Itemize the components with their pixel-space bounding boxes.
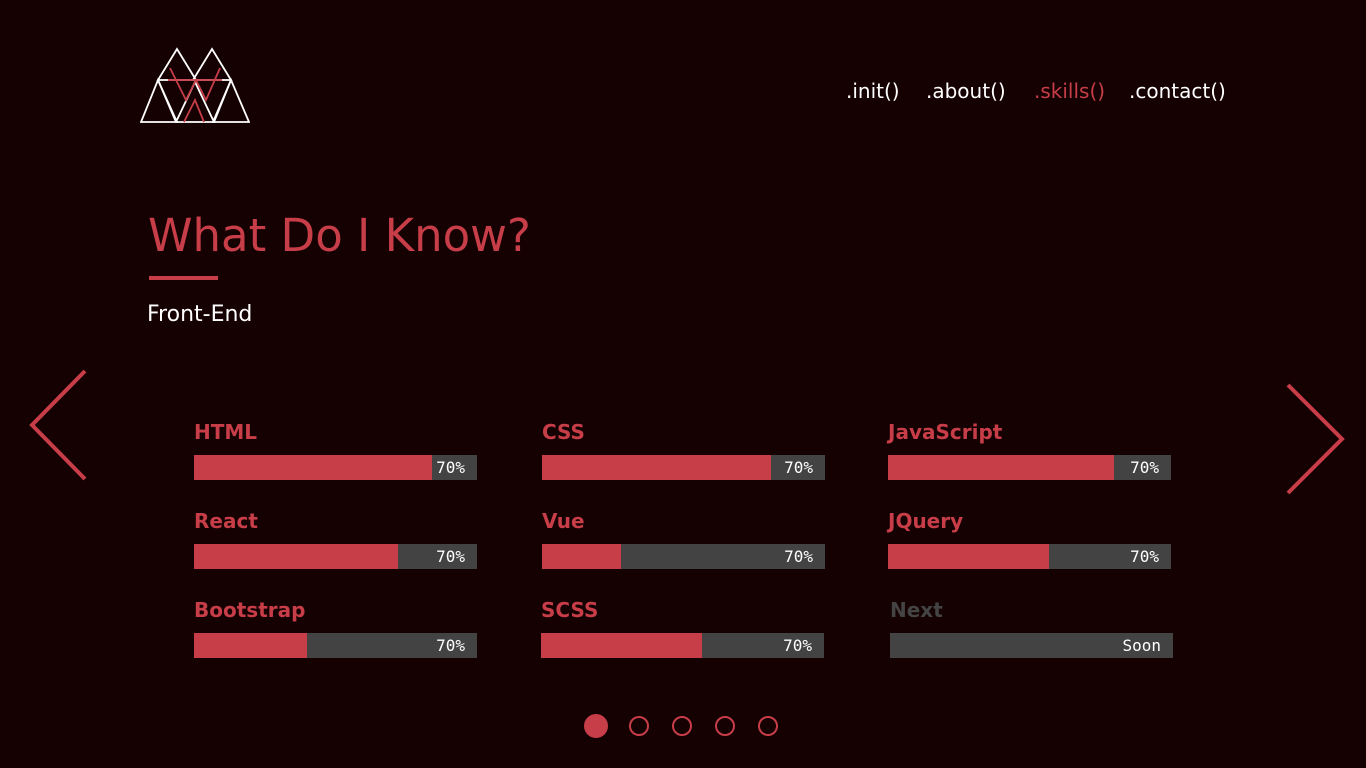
pagination-dot[interactable]	[715, 716, 735, 736]
skill-bootstrap: Bootstrap 70%	[194, 597, 477, 658]
nav-item-init[interactable]: .init()	[846, 78, 900, 104]
skill-percent: 70%	[783, 636, 812, 655]
skill-bar: 70%	[541, 633, 824, 658]
page-title: What Do I Know?	[148, 209, 531, 262]
pagination-dot[interactable]	[672, 716, 692, 736]
skill-bar: 70%	[194, 455, 477, 480]
skill-status: Soon	[1122, 636, 1161, 655]
pagination-dot[interactable]	[758, 716, 778, 736]
skill-bar: 70%	[194, 544, 477, 569]
skill-bar-fill	[888, 455, 1115, 480]
skill-react: React 70%	[194, 508, 477, 569]
title-underline	[149, 276, 218, 280]
pagination-dot[interactable]	[584, 714, 608, 738]
skill-name: JavaScript	[888, 420, 1003, 444]
skill-javascript: JavaScript 70%	[888, 419, 1171, 480]
skill-bar: 70%	[542, 544, 825, 569]
skill-bar: 70%	[888, 544, 1171, 569]
nav-item-skills[interactable]: .skills()	[1034, 78, 1105, 104]
pagination	[584, 714, 801, 738]
skill-percent: 70%	[1130, 458, 1159, 477]
skill-name: Bootstrap	[194, 598, 306, 622]
skill-bar-fill	[194, 633, 308, 658]
skill-bar-fill	[542, 455, 772, 480]
logo[interactable]	[140, 46, 250, 126]
pagination-dot[interactable]	[629, 716, 649, 736]
skill-jquery: JQuery 70%	[888, 508, 1171, 569]
skill-percent: 70%	[784, 458, 813, 477]
skill-bar-fill	[194, 544, 398, 569]
chevron-left-icon[interactable]	[26, 368, 90, 482]
skill-bar: 70%	[542, 455, 825, 480]
skill-bar: 70%	[888, 455, 1171, 480]
skill-scss: SCSS 70%	[541, 597, 824, 658]
skill-percent: 70%	[436, 458, 465, 477]
nav-item-contact[interactable]: .contact()	[1129, 78, 1226, 104]
skill-name: JQuery	[888, 509, 964, 533]
skill-bar-fill	[194, 455, 432, 480]
skill-percent: 70%	[436, 547, 465, 566]
skill-name: React	[194, 509, 258, 533]
skill-name: Next	[890, 598, 943, 622]
page: .init() .about() .skills() .contact() Wh…	[0, 0, 1366, 768]
skill-bar-fill	[888, 544, 1050, 569]
nav-item-about[interactable]: .about()	[926, 78, 1006, 104]
skill-name: HTML	[194, 420, 258, 444]
skill-html: HTML 70%	[194, 419, 477, 480]
skill-name: SCSS	[541, 598, 599, 622]
skill-percent: 70%	[436, 636, 465, 655]
skill-css: CSS 70%	[542, 419, 825, 480]
skill-percent: 70%	[784, 547, 813, 566]
chevron-right-icon[interactable]	[1282, 382, 1348, 496]
skill-bar-fill	[542, 544, 622, 569]
skill-name: CSS	[542, 420, 585, 444]
skill-vue: Vue 70%	[542, 508, 825, 569]
skill-bar: Soon	[890, 633, 1173, 658]
skill-bar: 70%	[194, 633, 477, 658]
section-subtitle: Front-End	[147, 302, 253, 327]
skill-name: Vue	[542, 509, 585, 533]
skill-bar-fill	[541, 633, 703, 658]
skill-percent: 70%	[1130, 547, 1159, 566]
skill-next: Next Soon	[890, 597, 1173, 658]
